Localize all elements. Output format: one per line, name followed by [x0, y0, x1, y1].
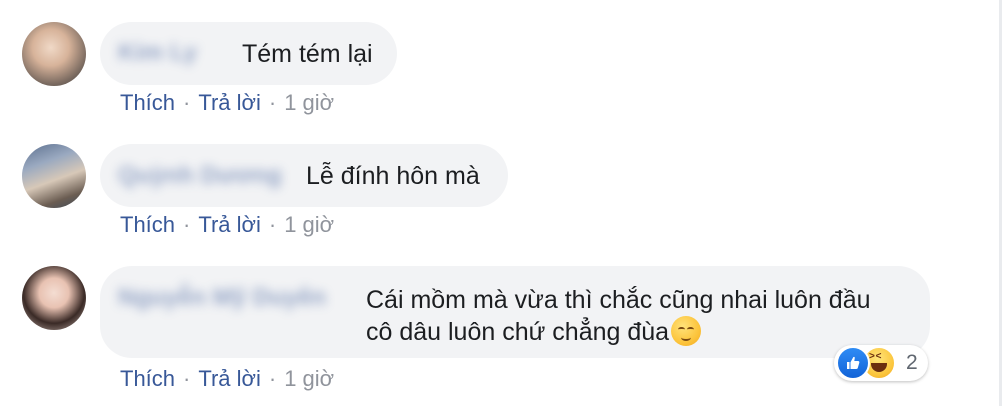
- avatar[interactable]: [22, 22, 86, 86]
- timestamp[interactable]: 1 giờ: [284, 90, 334, 115]
- relieved-face-emoji-icon: [671, 316, 702, 346]
- comment-actions: Thích · Trả lời · 1 giờ: [120, 212, 334, 238]
- separator: ·: [183, 212, 191, 237]
- separator: ·: [183, 366, 191, 391]
- comment-bubble: Nguyễn Mỹ Duyên Cái mồm mà vừa thì chắc …: [100, 266, 930, 358]
- avatar[interactable]: [22, 266, 86, 330]
- like-link[interactable]: Thích: [120, 90, 175, 115]
- comment-text-line: Cái mồm mà vừa thì chắc cũng nhai luôn đ…: [366, 286, 871, 314]
- timestamp[interactable]: 1 giờ: [284, 366, 334, 391]
- like-link[interactable]: Thích: [120, 366, 175, 391]
- comment-actions: Thích · Trả lời · 1 giờ: [120, 366, 334, 392]
- like-link[interactable]: Thích: [120, 212, 175, 237]
- timestamp[interactable]: 1 giờ: [284, 212, 334, 237]
- reply-link[interactable]: Trả lời: [198, 366, 261, 391]
- separator: ·: [268, 90, 277, 115]
- reaction-count: 2: [906, 351, 918, 374]
- like-icon: [836, 346, 870, 380]
- reply-link[interactable]: Trả lời: [198, 212, 261, 237]
- separator: ·: [268, 212, 277, 237]
- reply-link[interactable]: Trả lời: [198, 90, 261, 115]
- comment-bubble: Quỳnh Dương Lễ đính hôn mà: [100, 144, 508, 207]
- comment-text: Cái mồm mà vừa thì chắc cũng nhai luôn đ…: [366, 284, 871, 348]
- comment-text-line-2: cô dâu luôn chứ chẳng đùa: [366, 318, 670, 346]
- comment-text: Lễ đính hôn mà: [306, 162, 480, 190]
- comment-bubble: Kim Ly Tém tém lại: [100, 22, 397, 85]
- separator: ·: [183, 90, 191, 115]
- comment-author[interactable]: Nguyễn Mỹ Duyên: [118, 284, 326, 312]
- avatar[interactable]: [22, 144, 86, 208]
- comment-text: Tém tém lại: [242, 40, 373, 68]
- separator: ·: [268, 366, 277, 391]
- comment-text-line: cô dâu luôn chứ chẳng đùa: [366, 316, 871, 348]
- comment-author[interactable]: Quỳnh Dương: [118, 162, 282, 190]
- comment-author[interactable]: Kim Ly: [118, 39, 197, 67]
- comment-actions: Thích · Trả lời · 1 giờ: [120, 90, 334, 116]
- reactions-summary[interactable]: 2: [834, 345, 928, 381]
